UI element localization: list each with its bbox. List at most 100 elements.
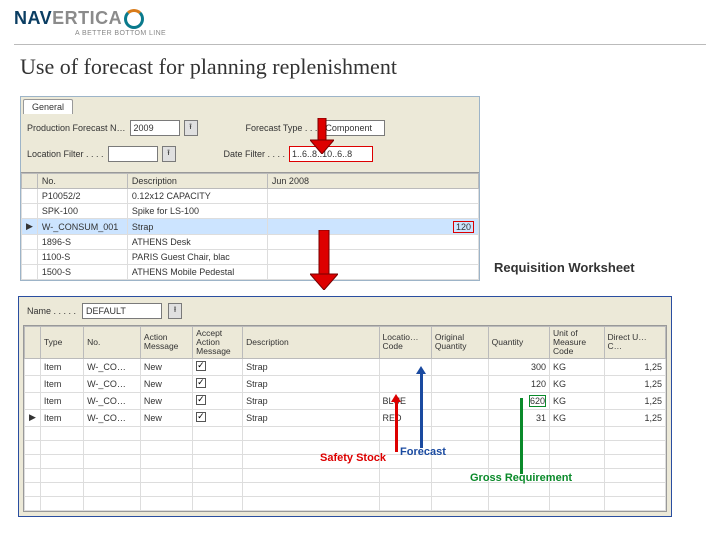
cell-location[interactable] xyxy=(379,375,431,392)
cell-type[interactable]: Item xyxy=(40,375,83,392)
cell-no[interactable]: W-_CO… xyxy=(84,375,141,392)
cell-orig-qty[interactable] xyxy=(431,358,488,375)
cell-no[interactable]: SPK-100 xyxy=(37,204,127,219)
cell-no[interactable]: 1100-S xyxy=(37,250,127,265)
col-quantity[interactable]: Quantity xyxy=(488,327,549,359)
prod-forecast-picker[interactable]: ⭱ xyxy=(184,120,198,136)
cell-description[interactable]: Strap xyxy=(243,409,379,426)
cell-no[interactable]: W-_CO… xyxy=(84,409,141,426)
cell-no[interactable]: 1896-S xyxy=(37,235,127,250)
row-selector[interactable] xyxy=(22,235,38,250)
table-row[interactable]: P10052/2 0.12x12 CAPACITY xyxy=(22,189,479,204)
col-no[interactable]: No. xyxy=(37,174,127,189)
row-selector[interactable] xyxy=(22,250,38,265)
table-row[interactable]: ▶ W-_CONSUM_001 Strap 120 xyxy=(22,219,479,235)
cell-uom[interactable]: KG xyxy=(549,358,604,375)
cell-uom[interactable]: KG xyxy=(549,375,604,392)
cell-action[interactable]: New xyxy=(140,358,192,375)
cell-quantity[interactable]: 620 xyxy=(488,392,549,409)
cell-description[interactable]: 0.12x12 CAPACITY xyxy=(127,189,267,204)
cell-value[interactable]: 120 xyxy=(267,219,478,235)
col-location[interactable]: Locatio… Code xyxy=(379,327,431,359)
cell-no[interactable]: W-_CO… xyxy=(84,392,141,409)
table-row[interactable]: 1896-S ATHENS Desk xyxy=(22,235,479,250)
table-row[interactable]: ▶ Item W-_CO… New Strap RED 31 KG 1,25 xyxy=(25,409,666,426)
row-selector[interactable] xyxy=(22,265,38,280)
cell-quantity[interactable]: 300 xyxy=(488,358,549,375)
cell-description[interactable]: Strap xyxy=(243,392,379,409)
table-row[interactable]: Item W-_CO… New Strap 120 KG 1,25 xyxy=(25,375,666,392)
cell-uom[interactable]: KG xyxy=(549,392,604,409)
location-picker[interactable]: ⭱ xyxy=(162,146,176,162)
cell-no[interactable]: 1500-S xyxy=(37,265,127,280)
col-uom[interactable]: Unit of Measure Code xyxy=(549,327,604,359)
cell-value[interactable] xyxy=(267,250,478,265)
row-selector[interactable] xyxy=(22,204,38,219)
col-type[interactable]: Type xyxy=(40,327,83,359)
cell-uom[interactable]: KG xyxy=(549,409,604,426)
cell-accept[interactable] xyxy=(193,409,243,426)
tab-general[interactable]: General xyxy=(23,99,73,114)
cell-accept[interactable] xyxy=(193,392,243,409)
cell-cost[interactable]: 1,25 xyxy=(604,409,665,426)
col-accept-action[interactable]: Accept Action Message xyxy=(193,327,243,359)
col-date[interactable]: Jun 2008 xyxy=(267,174,478,189)
checkbox-icon[interactable] xyxy=(196,412,206,422)
cell-quantity[interactable]: 31 xyxy=(488,409,549,426)
col-action-message[interactable]: Action Message xyxy=(140,327,192,359)
cell-type[interactable]: Item xyxy=(40,358,83,375)
table-row[interactable]: Item W-_CO… New Strap 300 KG 1,25 xyxy=(25,358,666,375)
cell-orig-qty[interactable] xyxy=(431,375,488,392)
cell-cost[interactable]: 1,25 xyxy=(604,375,665,392)
prod-forecast-field[interactable]: 2009 xyxy=(130,120,180,136)
cell-description[interactable]: Strap xyxy=(243,358,379,375)
cell-type[interactable]: Item xyxy=(40,392,83,409)
col-description[interactable]: Description xyxy=(127,174,267,189)
cell-action[interactable]: New xyxy=(140,392,192,409)
name-picker[interactable]: ⭱ xyxy=(168,303,182,319)
table-row[interactable]: SPK-100 Spike for LS-100 xyxy=(22,204,479,219)
checkbox-icon[interactable] xyxy=(196,395,206,405)
cell-action[interactable]: New xyxy=(140,375,192,392)
col-description[interactable]: Description xyxy=(243,327,379,359)
row-selector[interactable] xyxy=(25,375,41,392)
cell-cost[interactable]: 1,25 xyxy=(604,358,665,375)
cell-cost[interactable]: 1,25 xyxy=(604,392,665,409)
cell-value[interactable] xyxy=(267,265,478,280)
cell-accept[interactable] xyxy=(193,375,243,392)
col-no[interactable]: No. xyxy=(84,327,141,359)
cell-description[interactable]: Strap xyxy=(127,219,267,235)
cell-description[interactable]: ATHENS Desk xyxy=(127,235,267,250)
cell-value[interactable] xyxy=(267,235,478,250)
row-selector[interactable]: ▶ xyxy=(22,219,38,235)
cell-description[interactable]: PARIS Guest Chair, blac xyxy=(127,250,267,265)
cell-location[interactable]: BLUE xyxy=(379,392,431,409)
location-field[interactable] xyxy=(108,146,158,162)
cell-action[interactable]: New xyxy=(140,409,192,426)
checkbox-icon[interactable] xyxy=(196,378,206,388)
cell-no[interactable]: W-_CO… xyxy=(84,358,141,375)
cell-description[interactable]: ATHENS Mobile Pedestal xyxy=(127,265,267,280)
row-selector[interactable]: ▶ xyxy=(25,409,41,426)
col-original-qty[interactable]: Original Quantity xyxy=(431,327,488,359)
cell-description[interactable]: Spike for LS-100 xyxy=(127,204,267,219)
row-selector[interactable] xyxy=(25,392,41,409)
col-direct-cost[interactable]: Direct U… C… xyxy=(604,327,665,359)
cell-location[interactable]: RED xyxy=(379,409,431,426)
cell-description[interactable]: Strap xyxy=(243,375,379,392)
row-selector[interactable] xyxy=(22,189,38,204)
cell-type[interactable]: Item xyxy=(40,409,83,426)
checkbox-icon[interactable] xyxy=(196,361,206,371)
name-field[interactable]: DEFAULT xyxy=(82,303,162,319)
table-row[interactable]: Item W-_CO… New Strap BLUE 620 KG 1,25 xyxy=(25,392,666,409)
cell-quantity[interactable]: 120 xyxy=(488,375,549,392)
cell-value[interactable] xyxy=(267,204,478,219)
cell-orig-qty[interactable] xyxy=(431,392,488,409)
cell-no[interactable]: P10052/2 xyxy=(37,189,127,204)
table-row[interactable]: 1100-S PARIS Guest Chair, blac xyxy=(22,250,479,265)
cell-orig-qty[interactable] xyxy=(431,409,488,426)
row-selector[interactable] xyxy=(25,358,41,375)
cell-accept[interactable] xyxy=(193,358,243,375)
table-row[interactable]: 1500-S ATHENS Mobile Pedestal xyxy=(22,265,479,280)
cell-no[interactable]: W-_CONSUM_001 xyxy=(37,219,127,235)
